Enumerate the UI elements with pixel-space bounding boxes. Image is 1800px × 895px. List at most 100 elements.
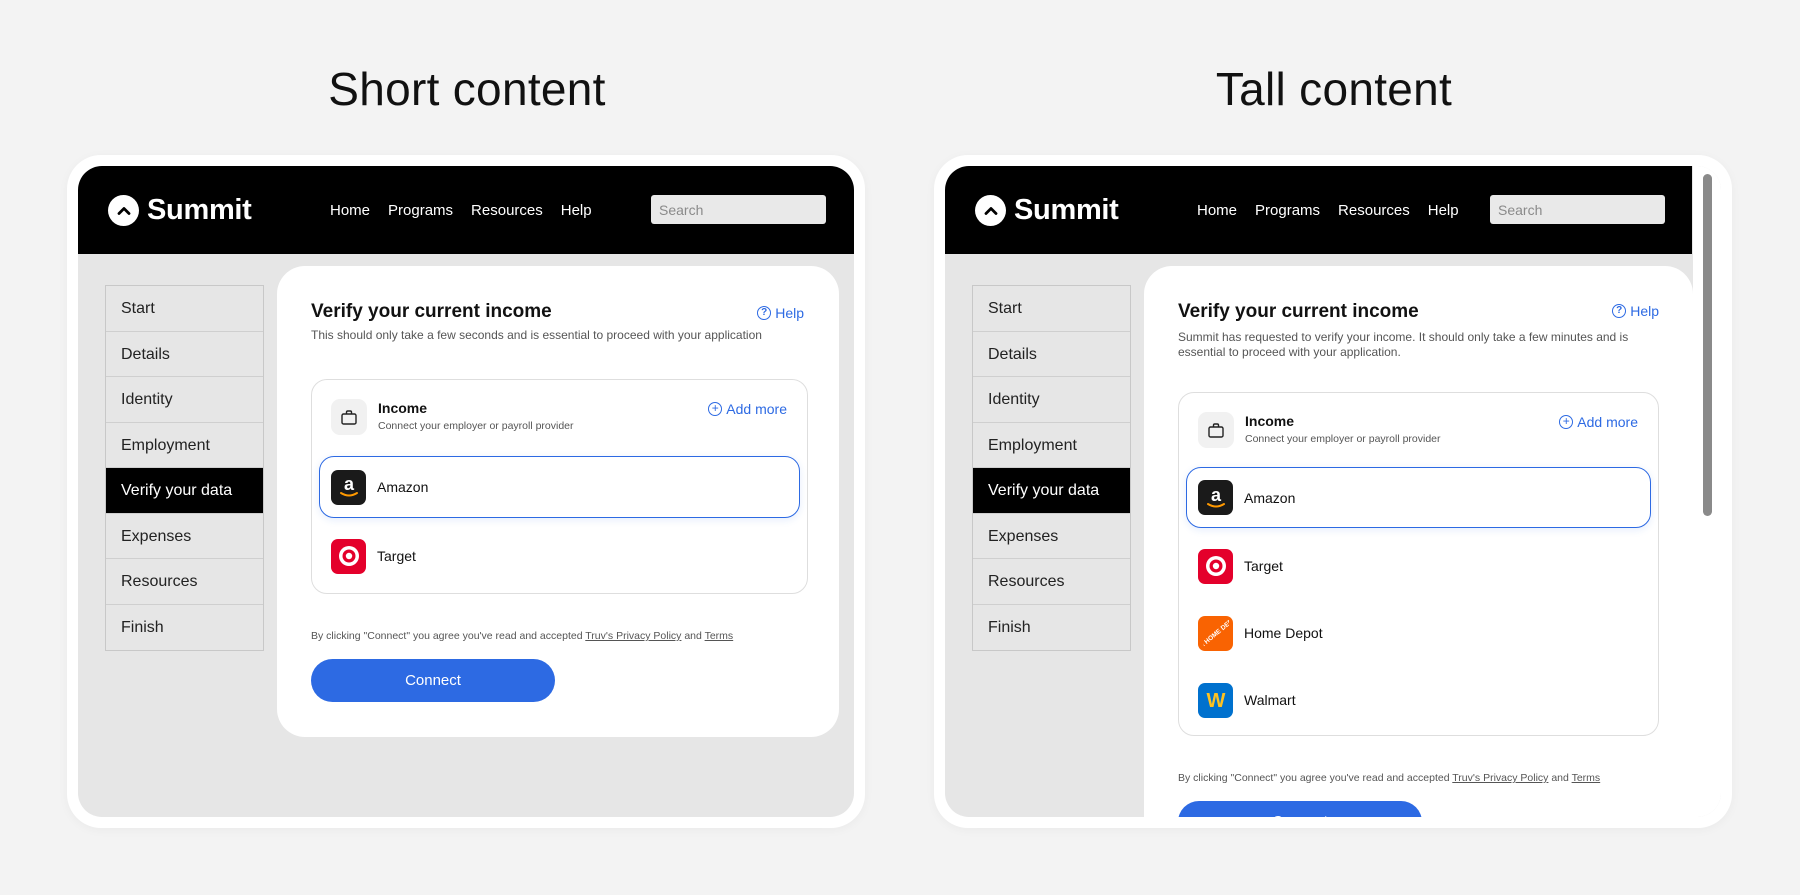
terms-and: and [1548,772,1572,784]
device-frame-short: Summit Home Programs Resources Help Star… [67,155,865,828]
nav-resources[interactable]: Resources [1338,202,1410,219]
scrollbar-thumb[interactable] [1703,174,1712,516]
step-navigation: Start Details Identity Employment Verify… [972,285,1131,651]
privacy-policy-link[interactable]: Truv's Privacy Policy [1452,772,1548,784]
step-employment[interactable]: Employment [973,423,1130,468]
employer-option-walmart[interactable]: W Walmart [1186,669,1651,731]
nav-programs[interactable]: Programs [1255,202,1320,219]
card-subtitle: Summit has requested to verify your inco… [1178,330,1629,359]
main-nav: Home Programs Resources Help [1197,202,1459,219]
terms-text: By clicking "Connect" you agree you've r… [311,630,733,642]
amazon-logo-icon: a [1198,480,1233,515]
help-label: Help [775,305,804,321]
terms-link[interactable]: Terms [1572,772,1601,784]
briefcase-icon [1198,412,1234,448]
question-circle-icon: ? [1612,304,1627,318]
nav-programs[interactable]: Programs [388,202,453,219]
nav-home[interactable]: Home [330,202,370,219]
target-logo-icon [1198,548,1233,584]
employer-name: Amazon [1244,489,1296,506]
brand-name: Summit [147,194,252,226]
chevron-up-icon [975,195,1006,226]
employer-name: Home Depot [1244,625,1323,641]
card-title: Verify your current income [311,301,552,322]
step-finish[interactable]: Finish [973,605,1130,651]
step-resources[interactable]: Resources [106,559,263,605]
help-label: Help [1630,303,1659,319]
amazon-logo-icon: a [331,469,366,505]
employer-option-amazon[interactable]: a Amazon [319,456,800,518]
step-employment[interactable]: Employment [106,423,263,468]
employer-name: Target [377,548,416,564]
brand-logo[interactable]: Summit [975,194,1119,227]
brand-logo[interactable]: Summit [108,194,252,227]
section-heading-short: Short content [328,63,606,115]
verify-income-card: Verify your current income ? Help This s… [277,266,839,737]
add-more-label: Add more [1577,414,1638,430]
verify-income-card: Verify your current income ? Help Summit… [1144,266,1693,817]
step-navigation: Start Details Identity Employment Verify… [105,285,264,651]
svg-text:a: a [343,474,354,494]
scrollbar[interactable] [1693,166,1721,817]
top-nav-bar: Summit Home Programs Resources Help [78,166,854,254]
income-subtitle: Connect your employer or payroll provide… [1245,433,1441,445]
employer-option-amazon[interactable]: a Amazon [1186,467,1651,528]
employer-name: Amazon [377,479,429,495]
connect-button[interactable]: Connect [311,659,555,702]
nav-help[interactable]: Help [561,202,592,219]
income-subtitle: Connect your employer or payroll provide… [378,420,574,432]
step-finish[interactable]: Finish [106,605,263,651]
help-link[interactable]: ? Help [1612,303,1659,319]
step-verify-your-data[interactable]: Verify your data [973,468,1130,514]
privacy-policy-link[interactable]: Truv's Privacy Policy [585,630,681,642]
section-heading-tall: Tall content [1215,63,1453,115]
top-nav-bar: Summit Home Programs Resources Help [945,166,1692,254]
employer-list: Income Connect your employer or payroll … [311,379,808,594]
step-identity[interactable]: Identity [106,377,263,423]
target-logo-icon [331,538,366,574]
svg-text:W: W [1206,690,1225,712]
plus-circle-icon: + [1559,415,1574,429]
card-subtitle: This should only take a few seconds and … [311,328,762,342]
app-screen: Summit Home Programs Resources Help Star… [78,166,854,817]
step-details[interactable]: Details [106,332,263,377]
nav-help[interactable]: Help [1428,202,1459,219]
add-more-button[interactable]: + Add more [708,401,787,417]
step-start[interactable]: Start [973,286,1130,332]
step-expenses[interactable]: Expenses [106,514,263,559]
step-resources[interactable]: Resources [973,559,1130,605]
help-link[interactable]: ? Help [757,305,804,321]
brand-name: Summit [1014,194,1119,226]
nav-resources[interactable]: Resources [471,202,543,219]
income-header: Income Connect your employer or payroll … [1179,393,1658,469]
terms-and: and [681,630,705,642]
main-nav: Home Programs Resources Help [330,202,592,219]
employer-name: Walmart [1244,692,1296,708]
nav-home[interactable]: Home [1197,202,1237,219]
employer-option-target[interactable]: Target [1186,535,1651,597]
employer-option-home-depot[interactable]: THE HOME DEPOT Home Depot [1186,602,1651,664]
employer-option-target[interactable]: Target [319,525,800,587]
chevron-up-icon [108,195,139,226]
device-frame-tall: Summit Home Programs Resources Help Star… [934,155,1732,828]
question-circle-icon: ? [757,306,772,320]
svg-text:a: a [1210,485,1221,505]
svg-text:THE HOME DEPOT: THE HOME DEPOT [1203,620,1229,646]
add-more-button[interactable]: + Add more [1559,414,1638,430]
employer-list: Income Connect your employer or payroll … [1178,392,1659,736]
terms-prefix: By clicking "Connect" you agree you've r… [311,630,586,642]
connect-button[interactable]: Connect [1178,801,1422,817]
step-expenses[interactable]: Expenses [973,514,1130,559]
step-start[interactable]: Start [106,286,263,332]
income-title: Income [378,400,428,416]
home-depot-logo-icon: THE HOME DEPOT [1198,615,1233,651]
step-details[interactable]: Details [973,332,1130,377]
income-title: Income [1245,413,1295,429]
employer-name: Target [1244,558,1283,574]
search-input[interactable] [1490,195,1665,224]
terms-link[interactable]: Terms [705,630,734,642]
step-identity[interactable]: Identity [973,377,1130,423]
step-verify-your-data[interactable]: Verify your data [106,468,263,514]
search-input[interactable] [651,195,826,224]
add-more-label: Add more [726,401,787,417]
